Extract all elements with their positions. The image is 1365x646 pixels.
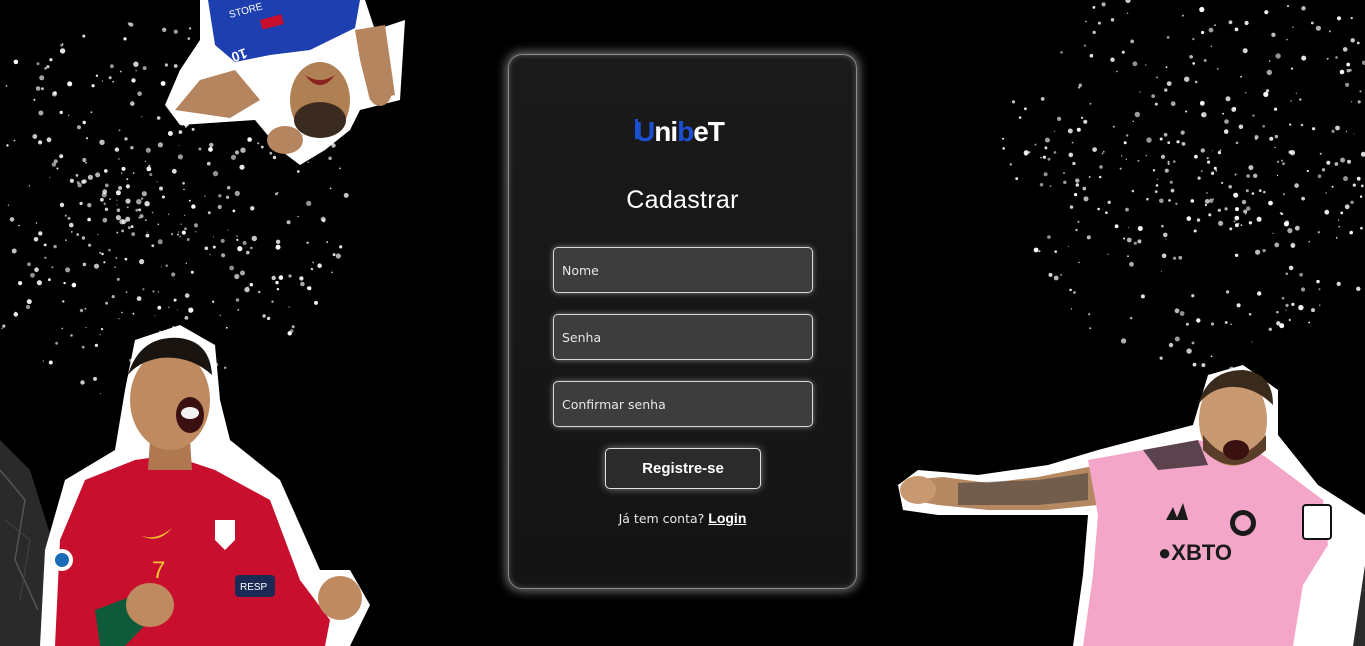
- page-title: Cadastrar: [626, 186, 739, 214]
- unibet-logo: UnibeT: [635, 115, 733, 147]
- name-input[interactable]: [553, 247, 813, 293]
- player-image-blue-kit: STORE 10: [160, 0, 410, 170]
- login-prompt: Já tem conta? Login: [509, 510, 856, 526]
- password-input[interactable]: [553, 314, 813, 360]
- paint-splatter-right: [1000, 0, 1365, 380]
- register-page: STORE 10 RESP 7 ●XBTO UnibeT Cadastrar N…: [0, 0, 1365, 646]
- svg-text:RESP: RESP: [240, 582, 268, 593]
- register-card: UnibeT Cadastrar Registre-se Já tem cont…: [508, 54, 857, 589]
- login-link[interactable]: Login: [708, 510, 746, 526]
- player-image-red-kit: RESP 7: [40, 320, 370, 646]
- svg-text:7: 7: [152, 557, 165, 584]
- confirm-password-input[interactable]: [553, 381, 813, 427]
- player-image-pink-kit: ●XBTO: [898, 365, 1365, 646]
- svg-text:●XBTO: ●XBTO: [1158, 540, 1232, 565]
- svg-text:UnibeT: UnibeT: [635, 116, 725, 147]
- register-button[interactable]: Registre-se: [605, 448, 761, 489]
- login-prompt-text: Já tem conta?: [618, 511, 705, 526]
